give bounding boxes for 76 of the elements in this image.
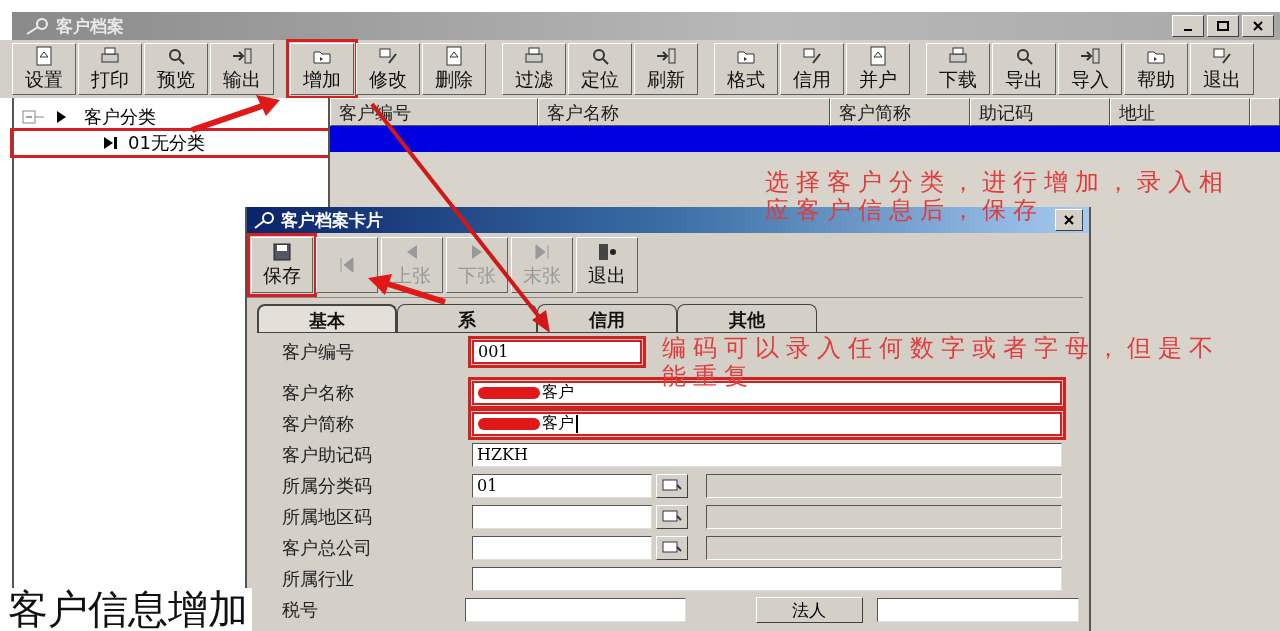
text-field[interactable] (472, 566, 1062, 591)
tab[interactable]: 基本 (257, 304, 397, 332)
field-label: 所属地区码 (282, 504, 373, 529)
dialog-title: 客户档案卡片 (281, 208, 383, 232)
toolbar-button[interactable]: 导入 (1058, 43, 1122, 95)
lookup-icon (662, 509, 682, 524)
tab[interactable]: 信用 (537, 304, 677, 332)
column-header[interactable]: 地址 (1110, 98, 1250, 126)
export-arrow-icon (655, 45, 677, 67)
column-header[interactable]: 助记码 (970, 98, 1110, 126)
export-arrow-icon (1079, 45, 1101, 67)
pointer-icon (102, 136, 118, 150)
exit-door-icon (596, 241, 618, 263)
redaction-mark (478, 417, 540, 430)
page-icon (867, 45, 889, 67)
text-field[interactable] (472, 504, 652, 529)
window-title: 客户档案 (56, 14, 125, 38)
toolbar-button[interactable]: 退出 (1190, 43, 1254, 95)
toolbar-button[interactable]: 格式 (714, 43, 778, 95)
toolbar-button[interactable]: 过滤 (502, 43, 566, 95)
field-label: 客户编号 (282, 339, 355, 364)
lookup-button[interactable] (656, 504, 688, 529)
toolbar-button[interactable]: 导出 (992, 43, 1056, 95)
toolbar-button[interactable]: 修改 (356, 43, 420, 95)
field-label: 所属行业 (282, 566, 355, 591)
field-label: 客户总公司 (282, 535, 373, 560)
toolbar-button[interactable]: 退出 (576, 237, 638, 293)
field-button[interactable]: 法人 (756, 596, 863, 623)
maximize-button[interactable] (1207, 15, 1239, 37)
toolbar-button[interactable]: 删除 (422, 43, 486, 95)
redaction-mark (478, 386, 540, 399)
lookup-button[interactable] (656, 535, 688, 560)
field-label: 税号 (282, 597, 319, 622)
field-label: 客户助记码 (282, 442, 373, 467)
collapse-icon[interactable] (22, 110, 44, 124)
toolbar-button[interactable]: 输出 (210, 43, 274, 95)
page-icon (33, 45, 55, 67)
annotation-text: 选择客户分类，进行增加，录入相 (765, 168, 1230, 196)
tab[interactable]: 其他 (677, 304, 817, 332)
lookup-icon (662, 478, 682, 493)
toolbar-button[interactable]: 帮助 (1124, 43, 1188, 95)
tree-item[interactable]: 客户分类 (78, 104, 162, 130)
close-icon (1253, 21, 1263, 31)
toolbar-button[interactable]: 刷新 (634, 43, 698, 95)
toolbar-button[interactable]: 并户 (846, 43, 910, 95)
toolbar-button[interactable]: 信用 (780, 43, 844, 95)
field-label: 客户名称 (282, 380, 355, 405)
text-field[interactable]: 01 (472, 473, 652, 498)
tree-item[interactable]: 01无分类 (14, 132, 328, 154)
column-header[interactable]: 客户名称 (538, 98, 830, 126)
minimize-button[interactable] (1172, 15, 1204, 37)
close-button[interactable] (1055, 209, 1083, 231)
text-field[interactable] (876, 597, 1079, 622)
toolbar-button[interactable]: 预览 (144, 43, 208, 95)
tree-item-label: 01无分类 (128, 131, 205, 155)
column-header[interactable] (1250, 98, 1280, 126)
export-arrow-icon (231, 45, 253, 67)
toolbar-button[interactable]: 定位 (568, 43, 632, 95)
toolbar-button[interactable]: 打印 (78, 43, 142, 95)
text-field[interactable]: HZKH (472, 442, 1062, 467)
lookup-icon (662, 540, 682, 555)
maximize-icon (1217, 21, 1229, 31)
tab[interactable]: 系 (397, 304, 537, 332)
minimize-icon (1184, 29, 1192, 31)
field-label: 客户简称 (282, 411, 355, 436)
close-icon (1064, 215, 1074, 225)
close-button[interactable] (1242, 15, 1274, 37)
lookup-button[interactable] (656, 473, 688, 498)
toolbar-button[interactable]: 下载 (926, 43, 990, 95)
annotation-text: 编码可以录入任何数字或者字母，但是不 (662, 334, 1220, 362)
page-icon (443, 45, 465, 67)
column-header[interactable]: 客户简称 (830, 98, 970, 126)
text-field[interactable] (464, 597, 687, 622)
toolbar-button[interactable]: 设置 (12, 43, 76, 95)
text-field[interactable] (472, 535, 652, 560)
field-label: 所属分类码 (282, 473, 373, 498)
